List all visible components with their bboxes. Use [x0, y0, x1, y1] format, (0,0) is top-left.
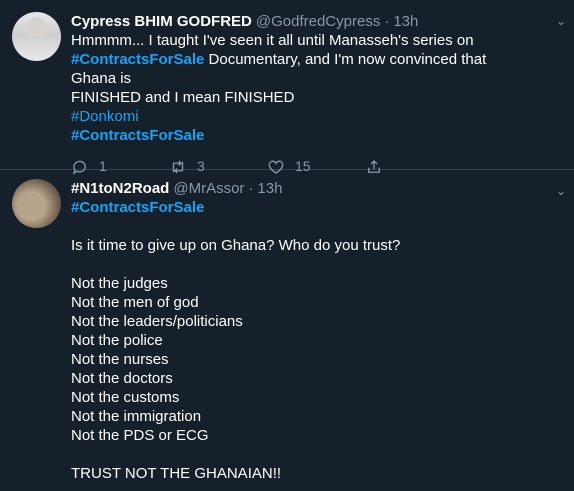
tweet-card[interactable]: #N1toN2Road @MrAssor · 13h #ContractsFor…: [0, 170, 574, 491]
tweet-line: #ContractsForSale Documentary, and I'm n…: [71, 50, 534, 88]
tweet-content: #N1toN2Road @MrAssor · 13h #ContractsFor…: [71, 179, 574, 491]
tweet-card[interactable]: Cypress BHIM GODFRED @GodfredCypress · 1…: [0, 0, 574, 174]
hashtag-link[interactable]: #ContractsForSale: [71, 51, 204, 68]
list-item: Not the nurses: [71, 351, 169, 368]
list-item: Not the customs: [71, 389, 180, 406]
list-item: Not the men of god: [71, 294, 199, 311]
tweet-header: #N1toN2Road @MrAssor · 13h: [71, 179, 534, 198]
list-item: Not the PDS or ECG: [71, 427, 209, 444]
list-item: Not the judges: [71, 275, 168, 292]
list-item: Not the doctors: [71, 370, 173, 387]
dot-separator: ·: [384, 13, 390, 30]
tweet-line: #ContractsForSale: [71, 198, 534, 217]
hashtag-link[interactable]: #ContractsForSale: [71, 127, 204, 144]
tweet-line: Hmmmm... I taught I've seen it all until…: [71, 32, 474, 49]
author-name[interactable]: Cypress BHIM GODFRED: [71, 12, 252, 31]
chevron-down-icon[interactable]: ⌄: [556, 184, 566, 198]
tweet-line: #Donkomi: [71, 107, 534, 126]
author-handle[interactable]: @GodfredCypress: [256, 12, 380, 31]
tweet-text: Hmmmm... I taught I've seen it all until…: [71, 31, 534, 145]
tweet-line: #ContractsForSale: [71, 126, 534, 145]
tweet-time[interactable]: 13h: [393, 12, 418, 31]
tweet-line: FINISHED and I mean FINISHED: [71, 89, 295, 106]
hashtag-link[interactable]: #Donkomi: [71, 108, 139, 125]
dot-separator: ·: [248, 180, 254, 197]
chevron-down-icon[interactable]: ⌄: [556, 14, 566, 28]
list-item: Not the police: [71, 332, 163, 349]
author-name[interactable]: #N1toN2Road: [71, 179, 169, 198]
tweet-line: Is it time to give up on Ghana? Who do y…: [71, 237, 401, 254]
avatar[interactable]: [12, 12, 61, 61]
tweet-header: Cypress BHIM GODFRED @GodfredCypress · 1…: [71, 12, 534, 31]
list-item: Not the leaders/politicians: [71, 313, 243, 330]
tweet-time[interactable]: 13h: [257, 179, 282, 198]
tweet-text: #ContractsForSale Is it time to give up …: [71, 198, 534, 483]
list-item: Not the immigration: [71, 408, 202, 425]
author-handle[interactable]: @MrAssor: [173, 179, 244, 198]
avatar[interactable]: [12, 179, 61, 228]
hashtag-link[interactable]: #ContractsForSale: [71, 199, 204, 216]
tweet-content: Cypress BHIM GODFRED @GodfredCypress · 1…: [71, 12, 574, 174]
tweet-line: TRUST NOT THE GHANAIAN!!: [71, 465, 282, 482]
